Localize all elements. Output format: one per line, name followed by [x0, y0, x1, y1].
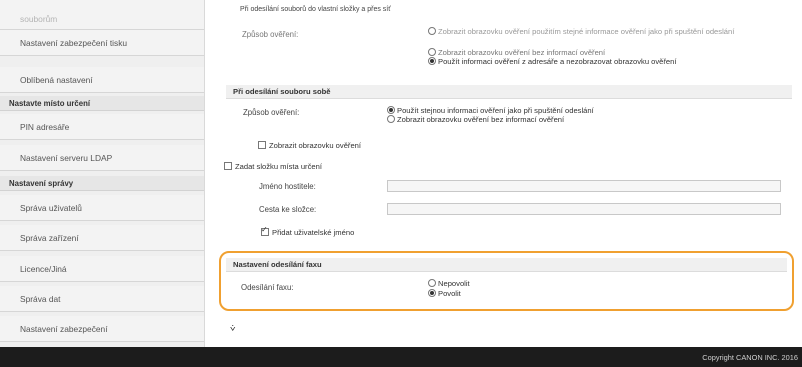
checkbox-icon[interactable]	[258, 141, 266, 149]
radio-selected-icon[interactable]	[387, 106, 395, 114]
highlight-box	[219, 251, 794, 311]
sidebar-head-management: Nastavení správy	[0, 176, 204, 191]
sidebar-item-pin[interactable]: PIN adresáře	[0, 114, 204, 140]
self-auth-label: Způsob ověření:	[243, 108, 300, 117]
radio-icon[interactable]	[428, 48, 436, 56]
sidebar-item-print-security[interactable]: Nastavení zabezpečení tisku	[0, 30, 204, 56]
sidebar-item-data[interactable]: Správa dat	[0, 286, 204, 312]
radio-selected-icon[interactable]	[428, 57, 436, 65]
path-input[interactable]	[387, 203, 781, 215]
dest-folder-checkbox[interactable]: Zadat složku místa určení	[224, 162, 322, 171]
add-username-checkbox[interactable]: Přidat uživatelské jméno	[261, 225, 354, 237]
checkbox-checked-icon[interactable]	[261, 225, 269, 236]
sidebar-head-destination: Nastavte místo určení	[0, 96, 204, 111]
radio-icon[interactable]	[428, 27, 436, 35]
sidebar-item-security[interactable]: Nastavení zabezpečení	[0, 316, 204, 342]
copyright-text: Copyright CANON INC. 2016	[702, 353, 798, 362]
top-auth-label: Způsob ověření:	[242, 30, 299, 39]
show-auth-checkbox[interactable]: Zobrazit obrazovku ověření	[258, 141, 361, 150]
self-opt1[interactable]: Použít stejnou informaci ověření jako př…	[387, 106, 594, 115]
sidebar: souborům Nastavení zabezpečení tisku Obl…	[0, 0, 205, 347]
radio-icon[interactable]	[387, 115, 395, 123]
self-send-section-title: Při odesílání souboru sobě	[226, 85, 792, 99]
top-opt3[interactable]: Použít informaci ověření z adresáře a ne…	[428, 57, 677, 66]
go-to-top-icon[interactable]: ⩒	[230, 323, 235, 334]
hostname-input[interactable]	[387, 180, 781, 192]
faded-section-title: Při odesílání souborů do vlastní složky …	[240, 6, 391, 13]
sidebar-item-ldap[interactable]: Nastavení serveru LDAP	[0, 145, 204, 171]
top-opt2[interactable]: Zobrazit obrazovku ověření bez informací…	[428, 48, 605, 57]
checkbox-icon[interactable]	[224, 162, 232, 170]
footer: Copyright CANON INC. 2016	[0, 347, 802, 367]
sidebar-item-devices[interactable]: Správa zařízení	[0, 225, 204, 251]
hostname-label: Jméno hostitele:	[259, 182, 316, 191]
sidebar-item-top[interactable]: souborům	[0, 0, 204, 30]
sidebar-item-users[interactable]: Správa uživatelů	[0, 195, 204, 221]
self-opt2[interactable]: Zobrazit obrazovku ověření bez informací…	[387, 115, 564, 124]
sidebar-item-favorites[interactable]: Oblíbená nastavení	[0, 67, 204, 93]
path-label: Cesta ke složce:	[259, 205, 317, 214]
top-opt1[interactable]: Zobrazit obrazovku ověření použitím stej…	[428, 27, 783, 36]
sidebar-item-license[interactable]: Licence/Jiná	[0, 256, 204, 282]
